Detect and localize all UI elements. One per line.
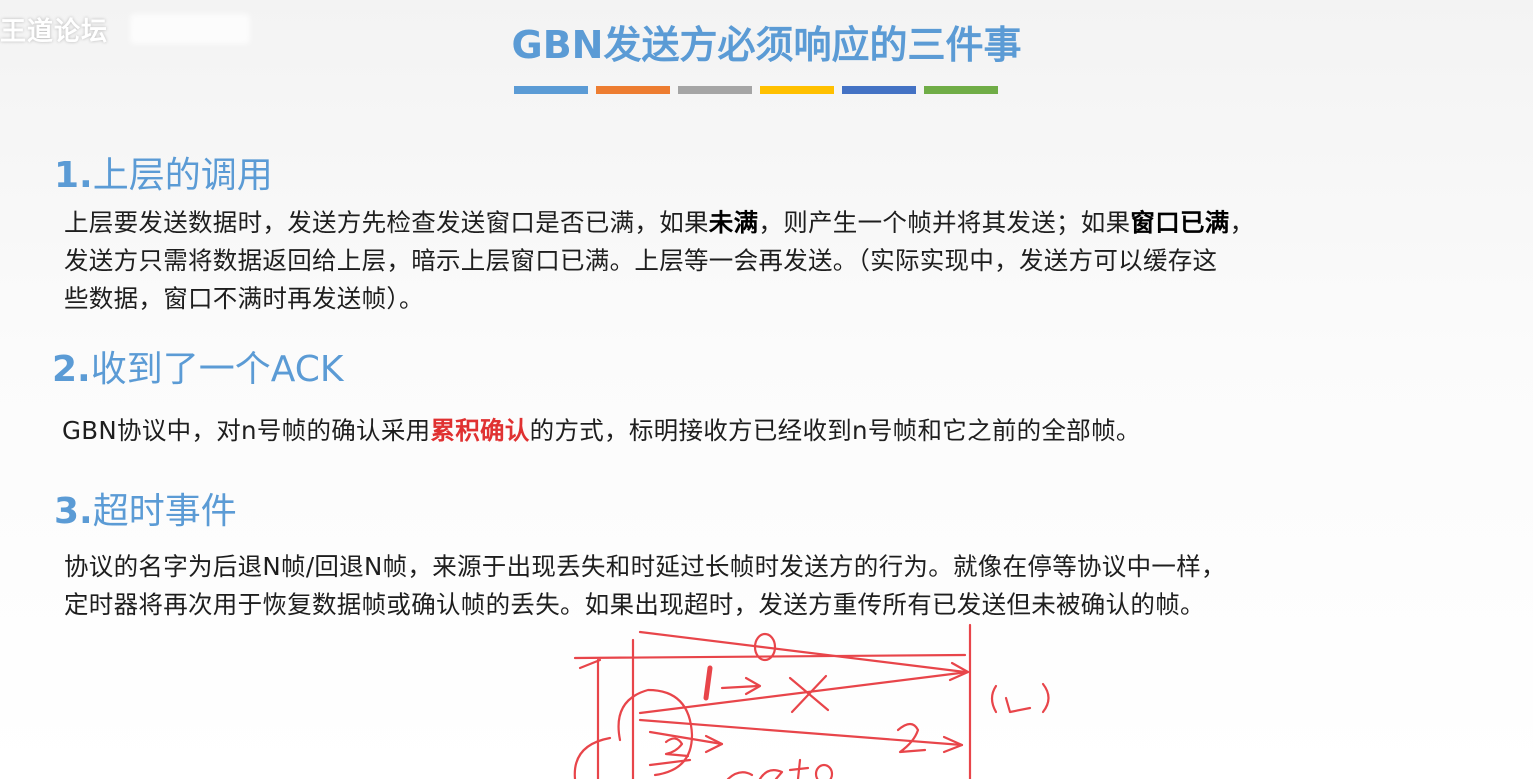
- annotation-frame-cross-line: [638, 670, 970, 715]
- annotation-paren-right: [1041, 682, 1050, 714]
- annotation-thick-tick: [703, 665, 713, 701]
- annotation-paren-content: [1004, 696, 1032, 714]
- annotation-frame-0-line: [638, 630, 967, 674]
- annotation-paren-left: [990, 684, 998, 714]
- annotation-label-2: [896, 722, 927, 754]
- handwritten-annotation: [573, 623, 1050, 779]
